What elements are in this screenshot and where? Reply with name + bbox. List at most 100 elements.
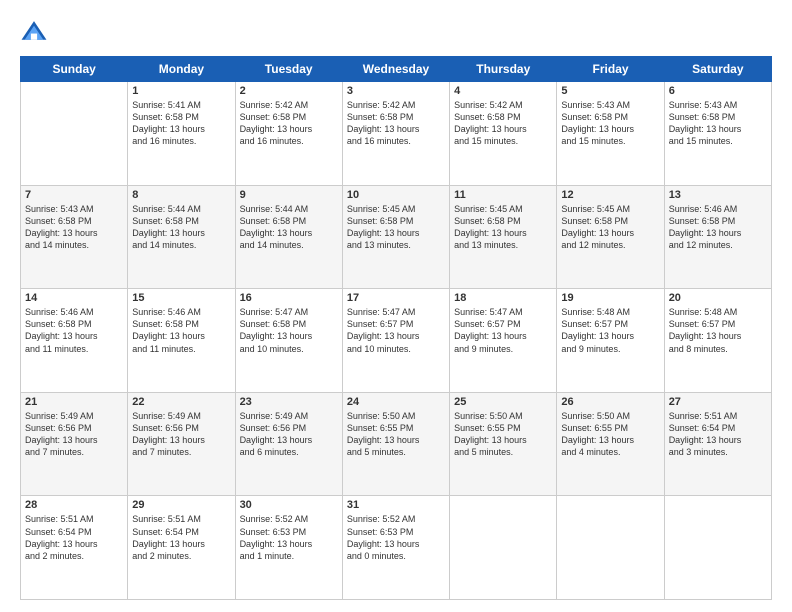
calendar-day-1: 1Sunrise: 5:41 AM Sunset: 6:58 PM Daylig…: [128, 82, 235, 186]
calendar-day-24: 24Sunrise: 5:50 AM Sunset: 6:55 PM Dayli…: [342, 392, 449, 496]
day-info: Sunrise: 5:43 AM Sunset: 6:58 PM Dayligh…: [25, 203, 123, 252]
calendar-table: SundayMondayTuesdayWednesdayThursdayFrid…: [20, 56, 772, 600]
day-number: 7: [25, 189, 123, 201]
day-number: 16: [240, 292, 338, 304]
calendar-day-10: 10Sunrise: 5:45 AM Sunset: 6:58 PM Dayli…: [342, 185, 449, 289]
calendar-day-2: 2 Sunrise: 5:42 AM Sunset: 6:58 PM Daylig…: [235, 82, 342, 186]
calendar-day-29: 29 Sunrise: 5:51 AM Sunset: 6:54 PM Dayli…: [128, 496, 235, 600]
calendar-day-3: 3Sunrise: 5:42 AM Sunset: 6:58 PM Daylig…: [342, 82, 449, 186]
day-header-monday: Monday: [128, 57, 235, 82]
day-number: 12: [561, 189, 659, 201]
day-header-sunday: Sunday: [21, 57, 128, 82]
day-number: 18: [454, 292, 552, 304]
day-info: Sunrise: 5:42 AM Sunset: 6:58 PM Dayligh…: [454, 99, 552, 148]
calendar-day-25: 25 Sunrise: 5:50 AM Sunset: 6:55 PM Dayli…: [450, 392, 557, 496]
day-number: 17: [347, 292, 445, 304]
day-info: Sunrise: 5:46 AM Sunset: 6:58 PM Dayligh…: [132, 306, 230, 355]
day-info: Sunrise: 5:46 AM Sunset: 6:58 PM Dayligh…: [25, 306, 123, 355]
day-header-saturday: Saturday: [664, 57, 771, 82]
day-info: Sunrise: 5:41 AM Sunset: 6:58 PM Dayligh…: [132, 99, 230, 148]
calendar-day-8: 8 Sunrise: 5:44 AM Sunset: 6:58 PM Daylig…: [128, 185, 235, 289]
day-number: 8: [132, 189, 230, 201]
day-number: 4: [454, 85, 552, 97]
page-header: [20, 18, 772, 46]
day-number: 26: [561, 396, 659, 408]
day-info: Sunrise: 5:42 AM Sunset: 6:58 PM Dayligh…: [240, 99, 338, 148]
day-info: Sunrise: 5:44 AM Sunset: 6:58 PM Dayligh…: [240, 203, 338, 252]
day-info: Sunrise: 5:46 AM Sunset: 6:58 PM Dayligh…: [669, 203, 767, 252]
day-info: Sunrise: 5:43 AM Sunset: 6:58 PM Dayligh…: [669, 99, 767, 148]
day-number: 5: [561, 85, 659, 97]
calendar-day-27: 27 Sunrise: 5:51 AM Sunset: 6:54 PM Dayli…: [664, 392, 771, 496]
day-info: Sunrise: 5:48 AM Sunset: 6:57 PM Dayligh…: [669, 306, 767, 355]
logo: [20, 18, 52, 46]
calendar-day-18: 18 Sunrise: 5:47 AM Sunset: 6:57 PM Dayli…: [450, 289, 557, 393]
calendar-day-12: 12Sunrise: 5:45 AM Sunset: 6:58 PM Dayli…: [557, 185, 664, 289]
day-number: 10: [347, 189, 445, 201]
calendar-day-17: 17 Sunrise: 5:47 AM Sunset: 6:57 PM Dayli…: [342, 289, 449, 393]
day-info: Sunrise: 5:52 AM Sunset: 6:53 PM Dayligh…: [347, 513, 445, 562]
calendar-day-7: 7 Sunrise: 5:43 AM Sunset: 6:58 PM Daylig…: [21, 185, 128, 289]
day-number: 25: [454, 396, 552, 408]
day-info: Sunrise: 5:51 AM Sunset: 6:54 PM Dayligh…: [132, 513, 230, 562]
calendar-day-14: 14 Sunrise: 5:46 AM Sunset: 6:58 PM Dayli…: [21, 289, 128, 393]
day-number: 28: [25, 499, 123, 511]
day-number: 29: [132, 499, 230, 511]
calendar-day-13: 13 Sunrise: 5:46 AM Sunset: 6:58 PM Dayli…: [664, 185, 771, 289]
day-number: 6: [669, 85, 767, 97]
day-number: 23: [240, 396, 338, 408]
calendar-day-20: 20 Sunrise: 5:48 AM Sunset: 6:57 PM Dayli…: [664, 289, 771, 393]
day-info: Sunrise: 5:47 AM Sunset: 6:58 PM Dayligh…: [240, 306, 338, 355]
day-number: 15: [132, 292, 230, 304]
calendar-day-11: 11 Sunrise: 5:45 AM Sunset: 6:58 PM Dayli…: [450, 185, 557, 289]
day-info: Sunrise: 5:49 AM Sunset: 6:56 PM Dayligh…: [132, 410, 230, 459]
day-number: 20: [669, 292, 767, 304]
day-number: 2: [240, 85, 338, 97]
calendar-week-row: 28 Sunrise: 5:51 AM Sunset: 6:54 PM Dayli…: [21, 496, 772, 600]
day-info: Sunrise: 5:44 AM Sunset: 6:58 PM Dayligh…: [132, 203, 230, 252]
day-number: 13: [669, 189, 767, 201]
day-info: Sunrise: 5:47 AM Sunset: 6:57 PM Dayligh…: [454, 306, 552, 355]
day-info: Sunrise: 5:48 AM Sunset: 6:57 PM Dayligh…: [561, 306, 659, 355]
day-info: Sunrise: 5:51 AM Sunset: 6:54 PM Dayligh…: [669, 410, 767, 459]
calendar-day-21: 21 Sunrise: 5:49 AM Sunset: 6:56 PM Dayli…: [21, 392, 128, 496]
day-header-tuesday: Tuesday: [235, 57, 342, 82]
day-number: 21: [25, 396, 123, 408]
calendar-day-5: 5 Sunrise: 5:43 AM Sunset: 6:58 PM Daylig…: [557, 82, 664, 186]
calendar-day-19: 19 Sunrise: 5:48 AM Sunset: 6:57 PM Dayli…: [557, 289, 664, 393]
calendar-day-23: 23 Sunrise: 5:49 AM Sunset: 6:56 PM Dayli…: [235, 392, 342, 496]
calendar-day-22: 22 Sunrise: 5:49 AM Sunset: 6:56 PM Dayli…: [128, 392, 235, 496]
day-info: Sunrise: 5:49 AM Sunset: 6:56 PM Dayligh…: [240, 410, 338, 459]
day-number: 22: [132, 396, 230, 408]
day-header-wednesday: Wednesday: [342, 57, 449, 82]
day-info: Sunrise: 5:51 AM Sunset: 6:54 PM Dayligh…: [25, 513, 123, 562]
day-info: Sunrise: 5:45 AM Sunset: 6:58 PM Dayligh…: [454, 203, 552, 252]
calendar-day-9: 9Sunrise: 5:44 AM Sunset: 6:58 PM Daylig…: [235, 185, 342, 289]
day-info: Sunrise: 5:50 AM Sunset: 6:55 PM Dayligh…: [454, 410, 552, 459]
calendar-day-26: 26Sunrise: 5:50 AM Sunset: 6:55 PM Dayli…: [557, 392, 664, 496]
calendar-week-row: 21 Sunrise: 5:49 AM Sunset: 6:56 PM Dayli…: [21, 392, 772, 496]
day-number: 27: [669, 396, 767, 408]
day-number: 31: [347, 499, 445, 511]
calendar-week-row: 7 Sunrise: 5:43 AM Sunset: 6:58 PM Daylig…: [21, 185, 772, 289]
calendar-day-28: 28 Sunrise: 5:51 AM Sunset: 6:54 PM Dayli…: [21, 496, 128, 600]
calendar-empty-cell: [450, 496, 557, 600]
day-header-friday: Friday: [557, 57, 664, 82]
calendar-header-row: SundayMondayTuesdayWednesdayThursdayFrid…: [21, 57, 772, 82]
day-number: 11: [454, 189, 552, 201]
day-info: Sunrise: 5:52 AM Sunset: 6:53 PM Dayligh…: [240, 513, 338, 562]
day-info: Sunrise: 5:49 AM Sunset: 6:56 PM Dayligh…: [25, 410, 123, 459]
calendar-empty-cell: [557, 496, 664, 600]
day-number: 3: [347, 85, 445, 97]
calendar-day-16: 16 Sunrise: 5:47 AM Sunset: 6:58 PM Dayli…: [235, 289, 342, 393]
logo-icon: [20, 18, 48, 46]
day-number: 19: [561, 292, 659, 304]
day-info: Sunrise: 5:50 AM Sunset: 6:55 PM Dayligh…: [347, 410, 445, 459]
day-number: 30: [240, 499, 338, 511]
day-number: 14: [25, 292, 123, 304]
day-info: Sunrise: 5:43 AM Sunset: 6:58 PM Dayligh…: [561, 99, 659, 148]
calendar-week-row: 1Sunrise: 5:41 AM Sunset: 6:58 PM Daylig…: [21, 82, 772, 186]
day-header-thursday: Thursday: [450, 57, 557, 82]
calendar-week-row: 14 Sunrise: 5:46 AM Sunset: 6:58 PM Dayli…: [21, 289, 772, 393]
day-info: Sunrise: 5:47 AM Sunset: 6:57 PM Dayligh…: [347, 306, 445, 355]
